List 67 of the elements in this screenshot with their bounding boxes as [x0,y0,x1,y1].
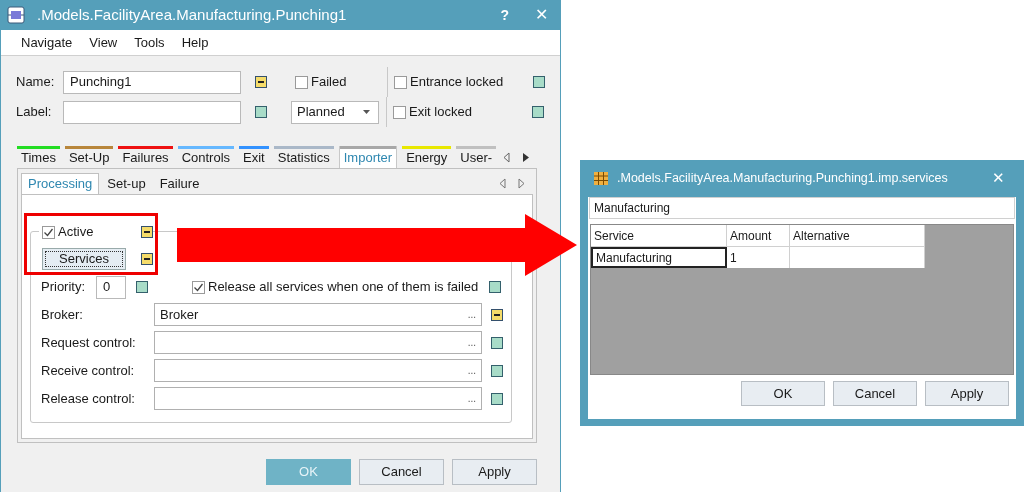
table-cell[interactable] [790,247,925,268]
table-cell[interactable]: 1 [727,247,790,268]
dialog-button[interactable]: OK [741,381,825,406]
path-field[interactable]: Manufacturing [589,197,1015,219]
menu-item[interactable]: Navigate [21,32,73,53]
tab[interactable]: Set-up [101,173,152,194]
scroll-right-icon [518,178,525,189]
checkbox-label: Active [58,223,95,242]
window-title: .Models.FacilityArea.Manufacturing.Punching1.imp.services [617,170,949,188]
scroll-left-icon [503,152,511,163]
method-field[interactable]: ... [154,387,482,410]
method-field[interactable]: ... [154,359,482,382]
browse-button[interactable]: ... [467,363,476,378]
dialog-button[interactable]: Cancel [833,381,917,406]
method-field[interactable]: Broker ... [154,303,482,326]
checkbox-label: Exit locked [409,103,473,122]
tab[interactable]: Importer [338,146,398,168]
tab[interactable]: Exit [239,146,269,168]
tab[interactable]: Energy [402,146,452,168]
window-title: .Models.FacilityArea.Manufacturing.Punching1 [37,4,348,25]
tab[interactable]: Failures [118,146,173,168]
tab[interactable]: Set-Up [64,146,114,168]
column-header: Alternative [790,225,925,247]
scroll-left-icon [499,178,506,189]
column-header: Service [591,225,727,247]
name-field[interactable]: Punching1 [63,70,241,94]
menu-item[interactable]: Help [181,32,209,53]
field-label: Release control: [41,389,136,408]
field-label: Receive control: [41,361,136,380]
column-header: Amount [727,225,790,247]
method-field[interactable]: ... [154,331,482,354]
scroll-right-icon [522,152,531,163]
tab[interactable]: Processing [21,173,100,194]
field-label: Priority: [41,278,87,297]
checkbox[interactable] [394,75,407,89]
field-label: Name: [16,73,56,92]
dialog-button[interactable]: Cancel [359,459,444,485]
browse-button[interactable]: ... [467,307,476,322]
checkbox-label: Release all services when one of them is failed [208,278,480,297]
field-label: Broker: [41,305,84,324]
tab[interactable]: Statistics [273,146,334,168]
field-label: Label: [16,103,53,122]
label-field[interactable] [63,100,241,124]
browse-button[interactable]: ... [467,391,476,406]
table-cell[interactable]: Manufacturing [591,247,727,268]
services-button[interactable]: Services [42,248,126,270]
checkbox[interactable] [295,75,308,89]
checkbox-label: Entrance locked [410,73,505,92]
tab[interactable]: Controls [177,146,235,168]
checkbox[interactable] [393,105,406,119]
app-icon [7,6,25,24]
tab[interactable]: User- [456,146,497,168]
dialog-button[interactable]: Apply [452,459,537,485]
menu-item[interactable]: Tools [134,32,165,53]
dropdown-caret-icon [363,110,370,114]
tab[interactable]: Failure [153,173,206,194]
priority-field[interactable]: 0 [96,275,126,299]
checkbox[interactable] [42,225,55,239]
browse-button[interactable]: ... [467,335,476,350]
table-icon [594,172,608,185]
menu-item[interactable]: View [89,32,118,53]
field-label: Request control: [41,333,137,352]
tab[interactable]: Times [17,146,60,168]
checkbox[interactable] [192,280,205,294]
state-dropdown[interactable]: Planned [291,100,379,124]
checkbox-label: Failed [311,73,347,92]
dialog-button[interactable]: Apply [925,381,1009,406]
